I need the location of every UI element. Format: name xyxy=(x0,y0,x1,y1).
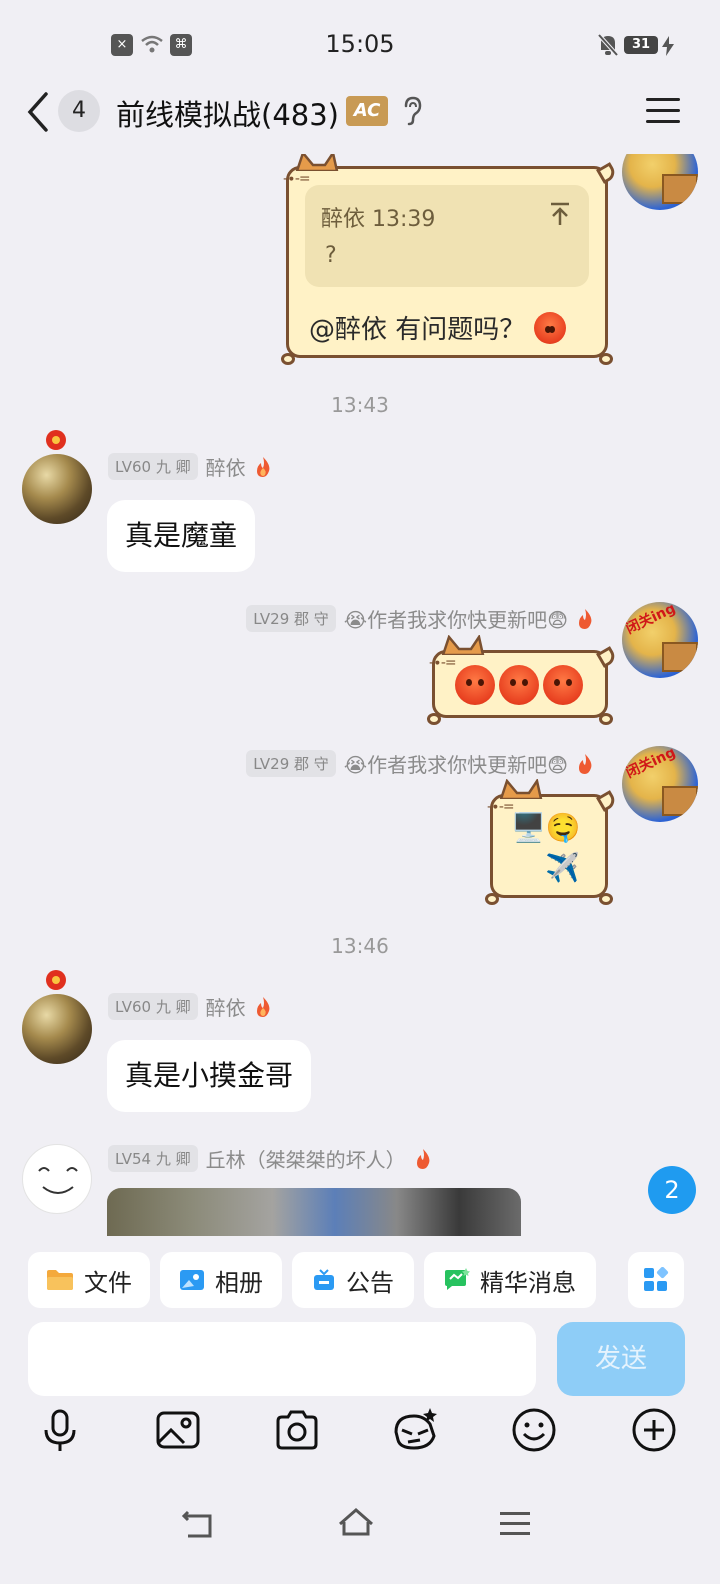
quoted-text: ? xyxy=(325,243,337,268)
flame-icon xyxy=(579,608,592,629)
flame-icon xyxy=(416,1148,429,1169)
folder-icon xyxy=(47,1270,73,1290)
angry-emoji-icon xyxy=(499,665,539,705)
avatar[interactable] xyxy=(22,994,92,1064)
album-icon xyxy=(180,1270,204,1290)
message-bubble[interactable]: -∙-= 🖥️🤤 ✈️ xyxy=(485,779,618,905)
nav-home-icon[interactable] xyxy=(336,1504,376,1544)
flame-icon xyxy=(579,753,592,774)
avatar[interactable] xyxy=(22,1144,92,1214)
level-badge: LV60 九 卿 xyxy=(108,453,198,480)
plus-icon[interactable] xyxy=(630,1406,678,1454)
message-bubble[interactable]: -∙-= xyxy=(427,635,618,725)
image-message[interactable] xyxy=(107,1188,521,1236)
mute-bell-icon xyxy=(597,33,619,57)
cat-face-icon: -∙-= xyxy=(429,655,457,671)
reply-message-bubble[interactable]: -∙-= 醉依 13:39 ? @醉依 有问题吗？ xyxy=(281,154,618,365)
send-button[interactable]: 发送 xyxy=(557,1322,685,1396)
group-title[interactable]: 前线模拟战(483) xyxy=(116,92,339,134)
flame-icon xyxy=(256,456,269,477)
back-button[interactable] xyxy=(22,90,54,134)
shortcut-label: 精华消息 xyxy=(480,1268,576,1297)
quoted-author: 醉依 13:39 xyxy=(321,207,436,232)
message-bubble[interactable]: 真是小摸金哥 xyxy=(107,1040,312,1112)
more-apps-button[interactable] xyxy=(628,1252,684,1308)
cat-ears-icon xyxy=(499,779,543,799)
apps-grid-icon xyxy=(644,1267,669,1291)
avatar[interactable] xyxy=(22,454,92,524)
sender-name[interactable]: 醉依 xyxy=(206,992,246,1021)
message-input[interactable] xyxy=(28,1322,536,1396)
charging-icon xyxy=(662,36,674,56)
timestamp: 13:43 xyxy=(331,393,389,417)
sender-name[interactable]: 😭作者我求你快更新吧😨 xyxy=(344,749,568,778)
sticker-icon[interactable] xyxy=(390,1406,438,1454)
avatar[interactable] xyxy=(622,154,698,210)
shortcut-announcement-button[interactable]: 公告 xyxy=(292,1252,414,1308)
status-bar: × ⌘ 15:05 31 xyxy=(0,0,720,88)
group-badge-icon: AC xyxy=(346,96,388,126)
angry-emoji-icon xyxy=(455,665,495,705)
angry-emoji-icon xyxy=(533,312,566,344)
announcement-icon xyxy=(314,1269,334,1290)
avatar-decoration-icon xyxy=(46,970,66,990)
shortcut-highlight-button[interactable]: 精华消息 xyxy=(424,1252,596,1308)
level-badge: LV54 九 卿 xyxy=(108,1145,198,1172)
nav-back-icon[interactable] xyxy=(178,1504,218,1544)
back-unread-badge[interactable]: 4 xyxy=(58,90,100,132)
message-meta: LV29 郡 守 😭作者我求你快更新吧😨 xyxy=(246,604,594,633)
shortcut-album-button[interactable]: 相册 xyxy=(160,1252,282,1308)
highlight-icon xyxy=(445,1268,470,1290)
sender-name[interactable]: 丘林（桀桀桀的坏人） xyxy=(206,1144,406,1173)
shortcut-file-button[interactable]: 文件 xyxy=(28,1252,150,1308)
image-icon[interactable] xyxy=(154,1406,202,1454)
smile-face-icon xyxy=(38,1167,78,1194)
message-text: ✈️ xyxy=(545,851,580,884)
message-text: @醉依 有问题吗？ xyxy=(309,315,526,345)
level-badge: LV29 郡 守 xyxy=(246,605,336,632)
flame-icon xyxy=(256,996,269,1017)
avatar[interactable]: 闭关ing xyxy=(622,602,698,678)
ear-icon[interactable] xyxy=(400,96,424,126)
message-meta: LV60 九 卿 醉依 xyxy=(108,992,272,1021)
chat-header: 4 前线模拟战(483) AC xyxy=(0,80,720,154)
emoji-icon[interactable] xyxy=(510,1406,558,1454)
mic-icon[interactable] xyxy=(36,1406,84,1454)
shortcut-label: 文件 xyxy=(84,1268,132,1297)
message-meta: LV54 九 卿 丘林（桀桀桀的坏人） xyxy=(108,1144,432,1173)
menu-button[interactable] xyxy=(644,94,682,128)
angry-emoji-icon xyxy=(543,665,583,705)
avatar[interactable]: 闭关ing xyxy=(622,746,698,822)
input-panel: 文件 相册 公告 精华消息 发送 xyxy=(0,1236,720,1584)
avatar-decoration-icon xyxy=(46,430,66,450)
sender-name[interactable]: 😭作者我求你快更新吧😨 xyxy=(344,604,568,633)
level-badge: LV29 郡 守 xyxy=(246,750,336,777)
timestamp: 13:46 xyxy=(331,934,389,958)
message-meta: LV29 郡 守 😭作者我求你快更新吧😨 xyxy=(246,749,594,778)
new-message-count-badge[interactable]: 2 xyxy=(648,1166,696,1214)
sender-name[interactable]: 醉依 xyxy=(206,452,246,481)
shortcut-label: 公告 xyxy=(346,1268,394,1297)
message-meta: LV60 九 卿 醉依 xyxy=(108,452,272,481)
cat-face-icon: -∙-= xyxy=(487,799,515,815)
message-text: 🖥️🤤 xyxy=(511,811,581,844)
cat-face-icon: -∙-= xyxy=(283,171,311,187)
shortcut-label: 相册 xyxy=(215,1268,263,1297)
level-badge: LV60 九 卿 xyxy=(108,993,198,1020)
cat-ears-icon xyxy=(295,154,339,171)
camera-icon[interactable] xyxy=(273,1406,321,1454)
chat-message-list[interactable]: -∙-= 醉依 13:39 ? @醉依 有问题吗？ 13:43 LV60 九 卿… xyxy=(0,154,720,1236)
nav-recents-icon[interactable] xyxy=(496,1504,536,1544)
cat-ears-icon xyxy=(441,635,485,655)
jump-to-quote-icon[interactable] xyxy=(549,201,571,227)
battery-indicator: 31 xyxy=(624,36,658,54)
quoted-message[interactable]: 醉依 13:39 ? xyxy=(305,185,589,287)
message-bubble[interactable]: 真是魔童 xyxy=(107,500,256,572)
